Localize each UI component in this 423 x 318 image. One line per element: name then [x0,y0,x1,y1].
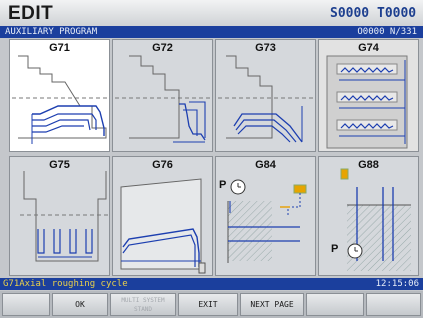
multi-system-stand-button: MULTI SYSTEM STAND [110,293,176,316]
clock: 12:15:06 [375,279,419,289]
g88-diagram [340,168,411,271]
g73-diagram [218,55,315,143]
panel-g73[interactable]: G73 [215,39,316,152]
panel-label-g74: G74 [358,42,379,54]
panel-g72[interactable]: G72 [112,39,213,152]
panel-g71[interactable]: G71 [9,39,110,152]
mode-indicator: EDIT [8,3,54,24]
tool-readout: T0000 [377,6,417,21]
g72-diagram [115,55,212,143]
status-bar: G71Axial roughing cycle 12:15:06 [0,278,423,290]
g74-diagram [326,55,408,149]
g76-diagram [120,178,206,274]
top-bar: EDIT S0000 T0000 [0,0,423,27]
panel-g88[interactable]: G88 P [318,156,419,276]
panel-label-g72: G72 [152,42,173,54]
g75-diagram [20,171,109,262]
title-bar: AUXILIARY PROGRAM O0000 N/331 [0,26,423,38]
panel-label-g84: G84 [255,159,276,171]
exit-button[interactable]: EXIT [178,293,238,316]
page-title: AUXILIARY PROGRAM [5,27,98,37]
g71-diagram [12,55,109,144]
ok-button[interactable]: OK [52,293,108,316]
panel-label-g88: G88 [358,159,379,171]
panel-label-g73: G73 [255,42,276,54]
panel-g74[interactable]: G74 [318,39,419,152]
panel-g76[interactable]: G76 [112,156,213,276]
spindle-readout: S0000 [330,6,370,21]
panel-g84[interactable]: G84 P [215,156,316,276]
program-number: O0000 N/331 [357,27,417,37]
panel-label-g76: G76 [152,159,173,171]
softkey-6 [306,293,364,316]
g84-point-marker: P [219,179,227,191]
status-message: G71Axial roughing cycle [3,279,128,289]
softkey-1 [2,293,50,316]
panel-label-g75: G75 [49,159,70,171]
softkey-bar: OK MULTI SYSTEM STAND EXIT NEXT PAGE [0,291,423,318]
cnc-screen: EDIT S0000 T0000 AUXILIARY PROGRAM O0000… [0,0,423,318]
softkey-7 [366,293,421,316]
panel-g75[interactable]: G75 [9,156,110,276]
next-page-button[interactable]: NEXT PAGE [240,293,304,316]
g84-diagram [227,179,307,263]
panel-label-g71: G71 [49,42,70,54]
g88-point-marker: P [331,243,339,255]
